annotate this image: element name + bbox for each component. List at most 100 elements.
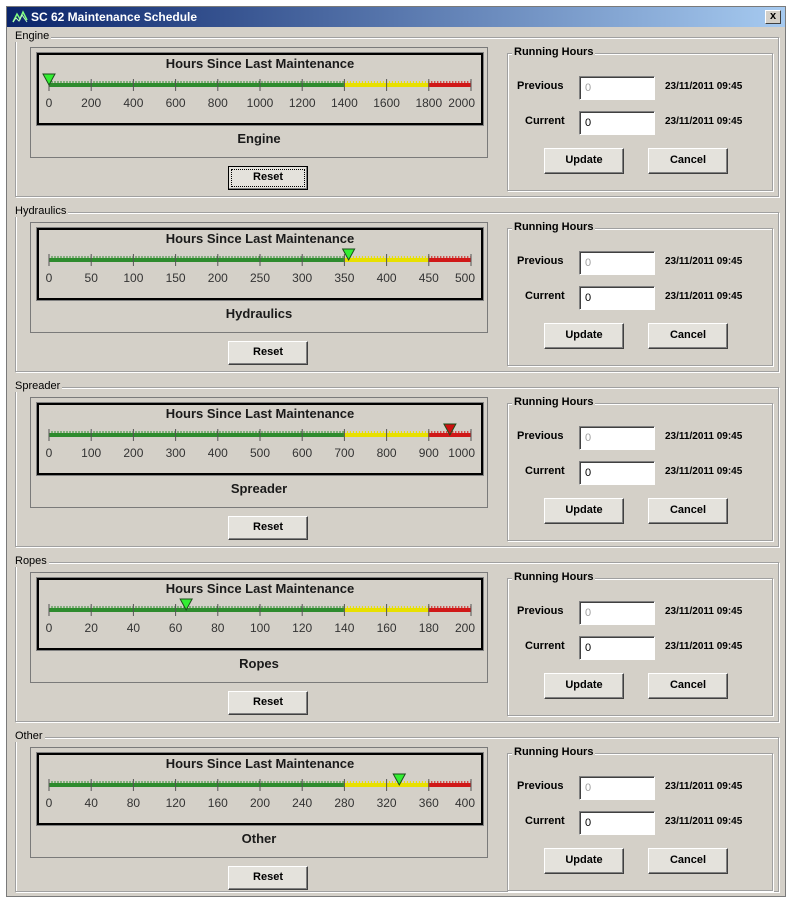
update-button[interactable]: Update <box>544 673 624 699</box>
previous-label: Previous <box>517 255 564 267</box>
previous-label: Previous <box>517 780 564 792</box>
cancel-button[interactable]: Cancel <box>648 323 728 349</box>
reset-button[interactable]: Reset <box>228 691 308 715</box>
current-label: Current <box>525 115 565 127</box>
running-hours-panel: Running Hours Previous 0 23/11/2011 09:4… <box>507 746 773 891</box>
section-engine: Engine Hours Since Last Maintenance 0 200… <box>13 30 779 197</box>
update-button[interactable]: Update <box>544 498 624 524</box>
previous-label: Previous <box>517 430 564 442</box>
tick-label: 200 <box>250 796 270 810</box>
tick-label: 0 <box>46 96 53 110</box>
cancel-button[interactable]: Cancel <box>648 498 728 524</box>
gauge-panel: Hours Since Last Maintenance 0 50 100 150 20… <box>30 222 488 333</box>
tick-label: 50 <box>85 271 99 285</box>
current-hours-input[interactable]: 0 <box>579 811 655 835</box>
cancel-button[interactable]: Cancel <box>648 673 728 699</box>
tick-label: 1600 <box>373 96 400 110</box>
tick-label: 0 <box>46 796 53 810</box>
previous-date: 23/11/2011 09:45 <box>665 81 743 92</box>
tick-label: 1000 <box>448 446 475 460</box>
current-hours-input[interactable]: 0 <box>579 286 655 310</box>
tick-label: 160 <box>208 796 228 810</box>
update-button[interactable]: Update <box>544 148 624 174</box>
gauge-face: Hours Since Last Maintenance 0 20 40 60 80 10… <box>37 578 483 650</box>
previous-hours-input[interactable]: 0 <box>579 601 655 625</box>
cancel-button[interactable]: Cancel <box>648 148 728 174</box>
green-zone <box>49 433 345 437</box>
current-label: Current <box>525 290 565 302</box>
gauge-name: Ropes <box>239 656 279 671</box>
gauge-name: Spreader <box>230 481 288 496</box>
tick-label: 360 <box>419 796 439 810</box>
update-button[interactable]: Update <box>544 323 624 349</box>
tick-label: 200 <box>455 621 475 635</box>
gauge-name: Other <box>241 831 277 846</box>
tick-label: 300 <box>292 271 312 285</box>
tick-label: 800 <box>208 96 228 110</box>
close-button[interactable]: x <box>765 10 781 24</box>
running-hours-legend: Running Hours <box>512 221 596 233</box>
reset-button[interactable]: Reset <box>228 516 308 540</box>
previous-label: Previous <box>517 605 564 617</box>
tick-label: 180 <box>419 621 439 635</box>
previous-hours-input[interactable]: 0 <box>579 426 655 450</box>
tick-label: 40 <box>85 796 99 810</box>
gauge-name: Hydraulics <box>225 306 293 321</box>
tick-label: 200 <box>208 271 228 285</box>
title-bar[interactable]: SC 62 Maintenance Schedule x <box>7 7 785 27</box>
gauge-scale: 0 200 400 600 800 1000 1200 1400 1600 1800 2000 <box>42 73 475 110</box>
window-title: SC 62 Maintenance Schedule <box>31 10 198 24</box>
previous-date: 23/11/2011 09:45 <box>665 431 743 442</box>
section-ropes: Ropes Hours Since Last Maintenance 0 20 40… <box>13 555 779 722</box>
maintenance-window: SC 62 Maintenance Schedule x Engine Hour… <box>6 6 786 897</box>
gauge-panel: Hours Since Last Maintenance 0 100 200 300 4… <box>30 397 488 508</box>
section-legend: Engine <box>13 30 52 42</box>
cancel-button[interactable]: Cancel <box>648 848 728 874</box>
current-label: Current <box>525 465 565 477</box>
tick-label: 100 <box>123 271 143 285</box>
reset-button[interactable]: Reset <box>228 866 308 890</box>
current-date: 23/11/2011 09:45 <box>665 816 743 827</box>
gauge-scale: 0 50 100 150 200 250 300 350 400 450 500 <box>46 248 475 285</box>
gauge-face: Hours Since Last Maintenance 0 40 80 120 160… <box>37 753 483 825</box>
tick-label: 500 <box>455 271 475 285</box>
running-hours-panel: Running Hours Previous 0 23/11/2011 09:4… <box>507 221 773 366</box>
running-hours-panel: Running Hours Previous 0 23/11/2011 09:4… <box>507 571 773 716</box>
tick-label: 100 <box>250 621 270 635</box>
tick-label: 800 <box>377 446 397 460</box>
tick-label: 400 <box>208 446 228 460</box>
tick-label: 350 <box>334 271 354 285</box>
current-hours-input[interactable]: 0 <box>579 111 655 135</box>
previous-hours-input[interactable]: 0 <box>579 76 655 100</box>
tick-label: 100 <box>81 446 101 460</box>
tick-label: 80 <box>211 621 225 635</box>
tick-label: 0 <box>46 621 53 635</box>
current-label: Current <box>525 640 565 652</box>
tick-label: 500 <box>250 446 270 460</box>
tick-label: 320 <box>377 796 397 810</box>
running-hours-legend: Running Hours <box>512 396 596 408</box>
previous-date: 23/11/2011 09:45 <box>665 256 743 267</box>
reset-button[interactable]: Reset <box>228 166 308 190</box>
tick-label: 150 <box>166 271 186 285</box>
section-legend: Spreader <box>13 380 63 392</box>
previous-label: Previous <box>517 80 564 92</box>
current-hours-input[interactable]: 0 <box>579 636 655 660</box>
gauge-panel: Hours Since Last Maintenance 0 200 400 600 8… <box>30 47 488 158</box>
tick-label: 60 <box>169 621 183 635</box>
gauge-scale: 0 40 80 120 160 200 240 280 320 360 400 <box>46 773 475 810</box>
section-legend: Ropes <box>13 555 49 567</box>
tick-label: 200 <box>123 446 143 460</box>
tick-label: 400 <box>377 271 397 285</box>
current-label: Current <box>525 815 565 827</box>
current-date: 23/11/2011 09:45 <box>665 641 743 652</box>
update-button[interactable]: Update <box>544 848 624 874</box>
previous-hours-input[interactable]: 0 <box>579 776 655 800</box>
reset-button[interactable]: Reset <box>228 341 308 365</box>
section-hydraulics: Hydraulics Hours Since Last Maintenance … <box>13 205 779 372</box>
current-hours-input[interactable]: 0 <box>579 461 655 485</box>
current-date: 23/11/2011 09:45 <box>665 291 743 302</box>
tick-label: 900 <box>419 446 439 460</box>
previous-hours-input[interactable]: 0 <box>579 251 655 275</box>
gauge-face: Hours Since Last Maintenance 0 100 200 300 4… <box>37 403 483 475</box>
